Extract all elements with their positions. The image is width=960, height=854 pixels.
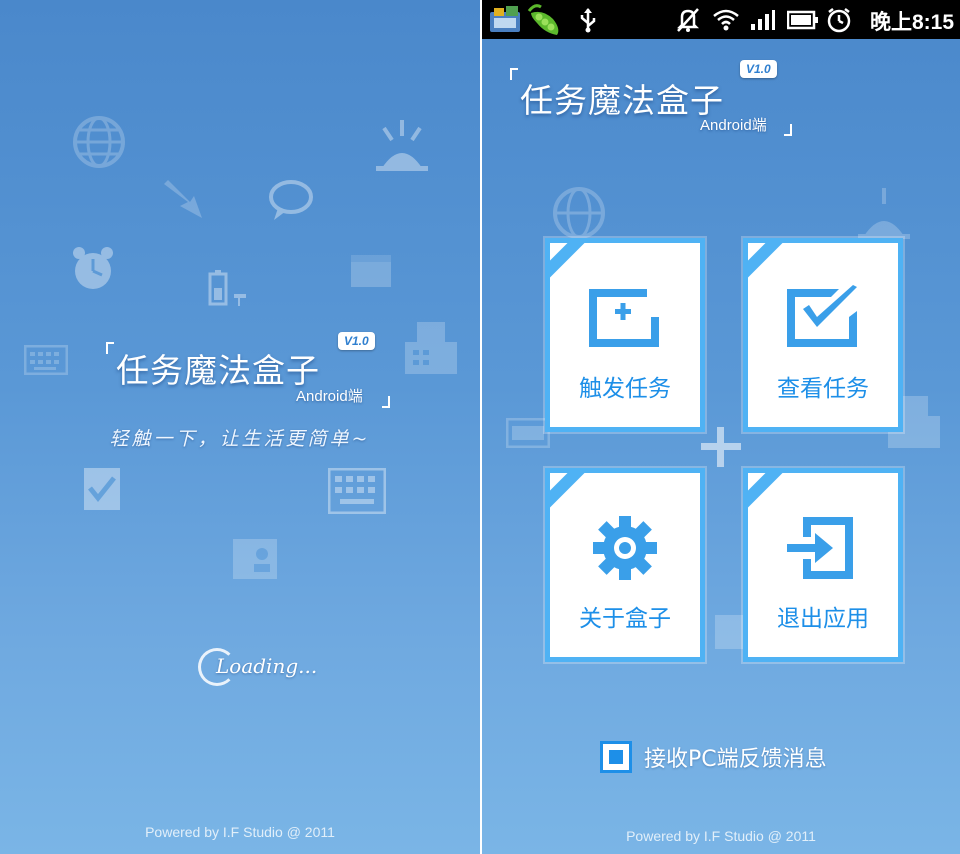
logo-bracket-right xyxy=(382,396,390,408)
battery-icon xyxy=(786,0,820,39)
status-time: 晚上8:15 xyxy=(869,11,954,34)
loading-text: Loading... xyxy=(216,654,318,678)
tile-corner-ribbon xyxy=(550,473,601,514)
sunrise-icon xyxy=(376,120,428,171)
arrow-down-right-icon xyxy=(164,180,202,218)
status-bar: 晚上8:15 xyxy=(482,0,960,39)
tile-label: 退出应用 xyxy=(777,606,869,632)
platform-label: Android端 xyxy=(296,388,363,405)
tile-label: 触发任务 xyxy=(579,376,671,402)
wifi-icon xyxy=(710,0,742,39)
app-logo: 任务魔法盒子 V1.0 Android端 xyxy=(104,330,394,414)
tile-label: 关于盒子 xyxy=(579,606,671,632)
add-task-icon xyxy=(589,289,659,347)
exit-app-button[interactable]: 退出应用 xyxy=(743,468,903,662)
window-icon xyxy=(351,255,391,287)
alarm-icon xyxy=(824,0,854,39)
keyboard-icon xyxy=(506,418,550,448)
feedback-checkbox-label[interactable]: 接收PC端反馈消息 xyxy=(644,741,827,773)
globe-icon xyxy=(73,116,125,168)
tile-corner-ribbon xyxy=(748,473,799,514)
loading-indicator: Loading... xyxy=(198,646,318,692)
usb-icon xyxy=(574,0,602,39)
globe-icon xyxy=(553,187,605,239)
contact-card-icon xyxy=(233,539,277,579)
trigger-task-button[interactable]: 触发任务 xyxy=(545,238,705,432)
checkbox-checked-mark xyxy=(609,750,623,764)
plus-decoration-icon xyxy=(701,427,741,467)
app-title: 任务魔法盒子 xyxy=(116,351,320,390)
check-task-icon xyxy=(787,285,857,347)
platform-label: Android端 xyxy=(700,117,767,134)
about-box-button[interactable]: 关于盒子 xyxy=(545,468,705,662)
powered-by-footer: Powered by I.F Studio @ 2011 xyxy=(626,828,816,844)
mute-icon xyxy=(674,0,702,39)
sunrise-icon xyxy=(858,188,910,239)
main-menu-screen: 晚上8:15 任务魔法盒子 V1.0 Android端 触发任务 查看任务 关于… xyxy=(482,0,960,854)
tagline: 轻触一下，让生活更简单~ xyxy=(109,428,371,450)
keyboard-icon xyxy=(24,345,68,375)
chat-bubble-icon xyxy=(269,180,313,220)
logo-bracket-right xyxy=(784,124,792,136)
splash-screen: 任务魔法盒子 V1.0 Android端 轻触一下，让生活更简单~ Loadin… xyxy=(0,0,480,854)
battery-charging-icon xyxy=(208,270,246,306)
powered-by-footer: Powered by I.F Studio @ 2011 xyxy=(145,824,335,840)
app-title: 任务魔法盒子 xyxy=(520,81,724,120)
app-notification-icon[interactable] xyxy=(486,0,526,39)
app-logo: 任务魔法盒子 V1.0 Android端 xyxy=(508,56,798,140)
tile-label: 查看任务 xyxy=(777,376,869,402)
view-tasks-button[interactable]: 查看任务 xyxy=(743,238,903,432)
gear-icon xyxy=(593,516,657,580)
feedback-checkbox[interactable] xyxy=(600,741,632,773)
keyboard-large-icon xyxy=(328,468,386,514)
checklist-icon xyxy=(84,468,120,510)
version-badge: V1.0 xyxy=(740,60,777,78)
exit-icon xyxy=(787,517,853,579)
logo-bracket-left xyxy=(510,68,518,80)
tile-corner-ribbon xyxy=(550,243,601,284)
logo-bracket-left xyxy=(106,342,114,354)
alarm-clock-icon xyxy=(73,247,113,289)
fax-icon xyxy=(405,322,457,374)
version-badge: V1.0 xyxy=(338,332,375,350)
feedback-checkbox-row[interactable]: 接收PC端反馈消息 xyxy=(600,740,827,774)
pea-pod-icon[interactable] xyxy=(526,0,568,39)
tile-corner-ribbon xyxy=(748,243,799,284)
signal-icon xyxy=(748,0,778,39)
